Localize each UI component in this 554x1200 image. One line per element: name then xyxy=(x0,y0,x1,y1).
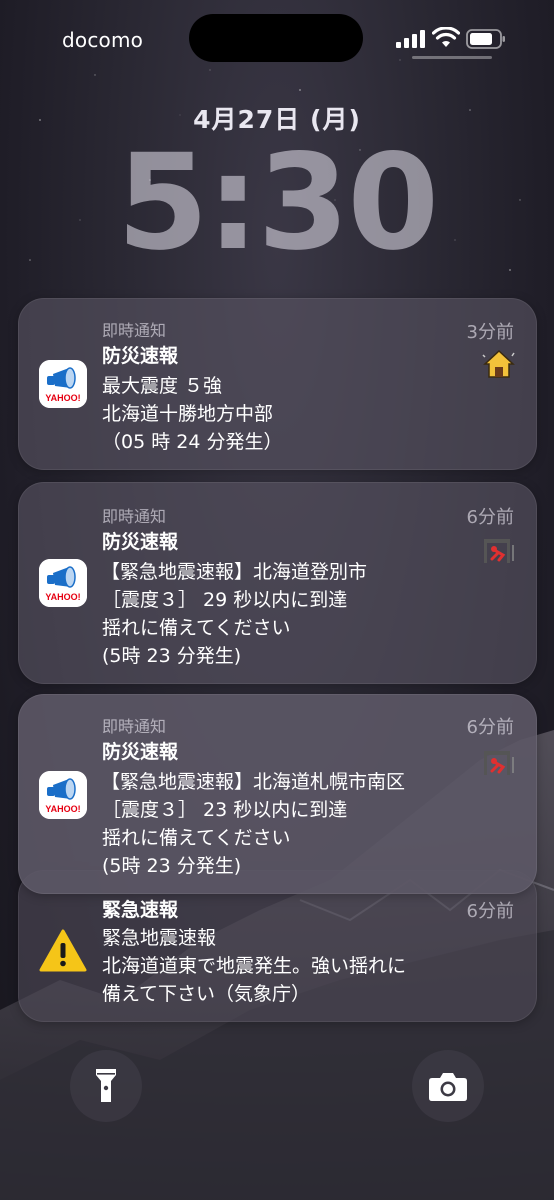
svg-text:YAHOO!: YAHOO! xyxy=(45,592,80,602)
notification-card[interactable]: YAHOO! 即時通知 防災速報 6分前 【緊急地震速報】北海道札幌市南区 ［震… xyxy=(18,694,537,894)
status-indicator-line xyxy=(412,56,492,59)
notification-body-line: （05 時 24 分発生） xyxy=(102,431,283,453)
person-under-desk-icon xyxy=(484,751,514,775)
camera-button[interactable] xyxy=(412,1050,484,1122)
flashlight-icon xyxy=(96,1069,116,1102)
svg-text:YAHOO!: YAHOO! xyxy=(45,804,80,814)
notification-body-line: ［震度３］ 29 秒以内に到達 xyxy=(102,589,348,611)
carrier-label: docomo xyxy=(62,28,144,52)
warning-icon xyxy=(39,929,87,972)
notification-app-name: 防災速報 xyxy=(102,531,179,553)
cellular-signal-icon xyxy=(396,30,425,48)
notification-body-line: 北海道十勝地方中部 xyxy=(102,403,274,425)
camera-icon xyxy=(429,1073,467,1101)
notification-category: 即時通知 xyxy=(102,321,167,340)
yahoo-bosai-app-icon: YAHOO! xyxy=(39,360,87,408)
notification-app-name: 防災速報 xyxy=(102,345,179,367)
notification-category: 即時通知 xyxy=(102,507,167,526)
wifi-icon xyxy=(432,27,460,47)
notification-body-line: (5時 23 分発生) xyxy=(102,855,242,877)
status-bar: docomo xyxy=(0,0,554,80)
lock-clock: 5:30 xyxy=(116,126,439,280)
notification-card[interactable]: YAHOO! 即時通知 防災速報 6分前 【緊急地震速報】北海道登別市 ［震度３… xyxy=(18,482,537,684)
notification-body-line: 備えて下さい（気象庁） xyxy=(102,983,311,1005)
notification-body-line: 揺れに備えてください xyxy=(102,617,291,639)
notification-body-line: 揺れに備えてください xyxy=(102,827,291,849)
notification-time: 6分前 xyxy=(466,507,514,528)
notification-body-line: 【緊急地震速報】北海道札幌市南区 xyxy=(101,771,406,793)
notification-body-line: 【緊急地震速報】北海道登別市 xyxy=(101,561,368,583)
notification-app-name: 緊急速報 xyxy=(102,899,179,921)
notification-card[interactable]: YAHOO! 即時通知 防災速報 3分前 最大震度 ５強 北海道十勝地方中部 （… xyxy=(18,298,537,470)
house-shaking-icon xyxy=(482,349,515,378)
notification-time: 3分前 xyxy=(466,322,514,343)
notification-time: 6分前 xyxy=(466,717,514,738)
battery-icon xyxy=(466,29,505,49)
notification-body-line: 緊急地震速報 xyxy=(102,927,217,949)
notification-body-line: (5時 23 分発生) xyxy=(102,645,242,667)
notification-body-line: 最大震度 ５強 xyxy=(102,375,223,397)
notification-app-name: 防災速報 xyxy=(102,741,179,763)
flashlight-button[interactable] xyxy=(70,1050,142,1122)
dynamic-island xyxy=(189,14,363,62)
yahoo-bosai-app-icon: YAHOO! xyxy=(39,771,87,819)
notification-time: 6分前 xyxy=(466,901,514,922)
notification-body-line: ［震度３］ 23 秒以内に到達 xyxy=(102,799,348,821)
notification-category: 即時通知 xyxy=(102,717,167,736)
notification-body-line: 北海道道東で地震発生。強い揺れに xyxy=(102,955,407,977)
yahoo-bosai-app-icon: YAHOO! xyxy=(39,559,87,607)
person-under-desk-icon xyxy=(484,539,514,563)
svg-text:YAHOO!: YAHOO! xyxy=(45,393,80,403)
